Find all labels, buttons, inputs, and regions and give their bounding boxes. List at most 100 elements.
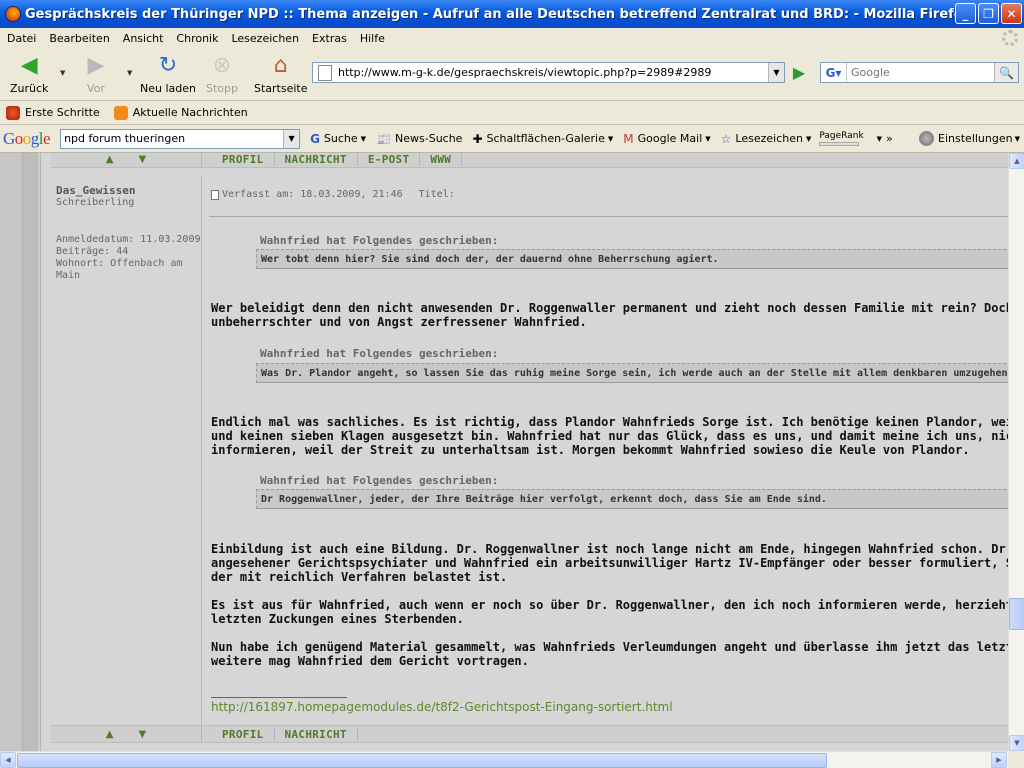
author-location: Wohnort: Offenbach am Main (56, 258, 183, 281)
post-author-panel: Das_Gewissen Schreiberling Anmeldedatum:… (51, 175, 202, 725)
go-button[interactable]: ▶ (790, 62, 808, 82)
google-search-box[interactable]: ▼ (60, 128, 301, 149)
scroll-up-icon[interactable]: ▲ (106, 729, 114, 740)
maximize-button[interactable]: ❐ (978, 3, 999, 24)
bookmark-aktuelle-nachrichten[interactable]: Aktuelle Nachrichten (113, 105, 248, 120)
page-viewport: ▲ ▼ PROFIL NACHRICHT E-POST WWW Das_Gewi… (0, 153, 1008, 751)
menu-extras[interactable]: Extras (312, 32, 347, 45)
signature-divider (211, 697, 347, 698)
scroll-down-icon[interactable]: ▼ (139, 154, 147, 165)
search-input[interactable] (851, 66, 991, 79)
horizontal-scrollbar[interactable]: ◀ ▶ (0, 751, 1008, 768)
rss-feed-icon (113, 105, 128, 120)
forum-post-table: ▲ ▼ PROFIL NACHRICHT E-POST WWW Das_Gewi… (40, 153, 1008, 751)
minimize-button[interactable]: _ (955, 3, 976, 24)
search-bar[interactable]: G▾ 🔍 (820, 62, 1019, 83)
post-paragraph: Wer beleidigt denn den nicht anwesenden … (211, 301, 1008, 329)
google-settings-button[interactable]: Einstellungen ▼ (919, 131, 1020, 146)
window-titlebar: Gesprächskreis der Thüringer NPD :: Them… (0, 0, 1024, 28)
profile-link[interactable]: PROFIL (212, 727, 275, 741)
scroll-up-button[interactable]: ▲ (1009, 153, 1024, 169)
author-meta: Anmeldedatum: 11.03.2009 Beiträge: 44 Wo… (56, 234, 201, 282)
page-icon (318, 64, 332, 81)
forward-button[interactable]: ▶ Vor (83, 52, 109, 96)
google-news-button[interactable]: 📰 News-Suche (376, 132, 462, 146)
scroll-up-icon[interactable]: ▲ (106, 154, 114, 165)
post-icon (211, 189, 219, 200)
google-logo[interactable]: Google (3, 129, 51, 149)
reload-icon: ↻ (158, 52, 178, 78)
settings-wrench-icon (919, 131, 935, 146)
menu-hilfe[interactable]: Hilfe (360, 32, 385, 45)
menu-lesezeichen[interactable]: Lesezeichen (231, 32, 299, 45)
profile-link[interactable]: PROFIL (212, 153, 275, 166)
quote-header: Wahnfried hat Folgendes geschrieben: (260, 234, 499, 247)
vertical-scroll-thumb[interactable] (1009, 598, 1024, 630)
email-link[interactable]: E-POST (358, 153, 421, 166)
author-rank: Schreiberling (56, 197, 135, 208)
post-paragraph: Es ist aus für Wahnfried, auch wenn er n… (211, 598, 1008, 626)
stop-button[interactable]: ⊗ Stopp (206, 52, 238, 96)
google-mail-button[interactable]: M Google Mail ▼ (623, 132, 710, 146)
quote-box: Dr Roggenwallner, jeder, der Ihre Beiträ… (256, 489, 1008, 509)
url-bar[interactable]: ▼ (312, 62, 785, 83)
google-bookmarks-button[interactable]: ☆ Lesezeichen ▼ (721, 132, 812, 146)
quote-box: Was Dr. Plandor angeht, so lassen Sie da… (256, 363, 1008, 383)
message-link[interactable]: NACHRICHT (275, 153, 358, 166)
google-gallery-button[interactable]: ✚ Schaltflächen-Galerie ▼ (472, 132, 613, 146)
firefox-logo-icon (5, 6, 21, 22)
google-more-button[interactable]: ▼» (874, 132, 893, 145)
scroll-down-button[interactable]: ▼ (1009, 735, 1024, 751)
post-date: Verfasst am: 18.03.2009, 21:46 (222, 189, 403, 200)
signature-link[interactable]: http://161897.homepagemodules.de/t8f2-Ge… (211, 700, 673, 714)
post-actions-top: ▲ ▼ PROFIL NACHRICHT E-POST WWW (51, 153, 1008, 168)
back-button[interactable]: ◀ Zurück (10, 52, 48, 96)
post-title-label: Titel: (418, 189, 455, 200)
bookmarks-toolbar: Erste Schritte Aktuelle Nachrichten (0, 101, 1024, 125)
reload-button[interactable]: ↻ Neu laden (140, 52, 196, 96)
firefox-bookmark-icon (6, 105, 20, 120)
message-link[interactable]: NACHRICHT (275, 727, 358, 741)
google-g-icon: G (310, 131, 320, 146)
puzzle-icon: ✚ (472, 131, 483, 146)
url-history-dropdown[interactable]: ▼ (768, 63, 784, 82)
menu-chronik[interactable]: Chronik (176, 32, 218, 45)
home-button[interactable]: ⌂ Startseite (254, 52, 308, 96)
menu-ansicht[interactable]: Ansicht (123, 32, 164, 45)
post-divider (209, 216, 1008, 217)
stop-icon: ⊗ (212, 52, 232, 78)
mail-icon: M (623, 131, 634, 146)
scroll-down-icon[interactable]: ▼ (139, 729, 147, 740)
menu-datei[interactable]: Datei (7, 32, 36, 45)
post-header: Verfasst am: 18.03.2009, 21:46 Titel: (211, 189, 455, 200)
search-engine-icon[interactable]: G▾ (821, 63, 847, 82)
post-paragraph: Endlich mal was sachliches. Es ist richt… (211, 415, 1008, 457)
menu-bearbeiten[interactable]: Bearbeiten (49, 32, 109, 45)
window-title: Gesprächskreis der Thüringer NPD :: Them… (25, 6, 955, 22)
back-arrow-icon: ◀ (20, 52, 38, 78)
horizontal-scroll-thumb[interactable] (17, 753, 827, 768)
vertical-scrollbar[interactable]: ▲ ▼ (1008, 153, 1024, 751)
forward-history-dropdown[interactable]: ▼ (127, 69, 132, 77)
google-search-button[interactable]: G Suche ▼ (310, 132, 366, 146)
back-history-dropdown[interactable]: ▼ (60, 69, 65, 77)
forward-arrow-icon: ▶ (87, 52, 105, 78)
window-controls: _ ❐ ✕ (955, 3, 1022, 24)
bookmark-erste-schritte[interactable]: Erste Schritte (6, 105, 100, 120)
close-button[interactable]: ✕ (1001, 3, 1022, 24)
google-toolbar: Google ▼ G Suche▼ 📰 News-Suche ✚ Schaltf… (0, 125, 1024, 153)
search-icon[interactable]: 🔍 (994, 63, 1018, 82)
www-link[interactable]: WWW (420, 153, 463, 166)
scroll-right-button[interactable]: ▶ (991, 752, 1007, 768)
news-icon: 📰 (376, 131, 392, 146)
author-joined: Anmeldedatum: 11.03.2009 (56, 234, 201, 245)
google-search-dropdown[interactable]: ▼ (283, 129, 300, 148)
menu-bar: Datei Bearbeiten Ansicht Chronik Lesezei… (0, 28, 1024, 48)
post-body: Verfasst am: 18.03.2009, 21:46 Titel: Wa… (209, 175, 1008, 725)
google-search-input[interactable] (64, 132, 285, 145)
scroll-left-button[interactable]: ◀ (0, 752, 16, 768)
author-name[interactable]: Das_Gewissen (56, 184, 201, 197)
post-actions-bottom: ▲ ▼ PROFIL NACHRICHT (51, 725, 1008, 743)
pagerank-indicator[interactable]: PageRank (819, 131, 864, 146)
url-input[interactable] (338, 66, 758, 79)
